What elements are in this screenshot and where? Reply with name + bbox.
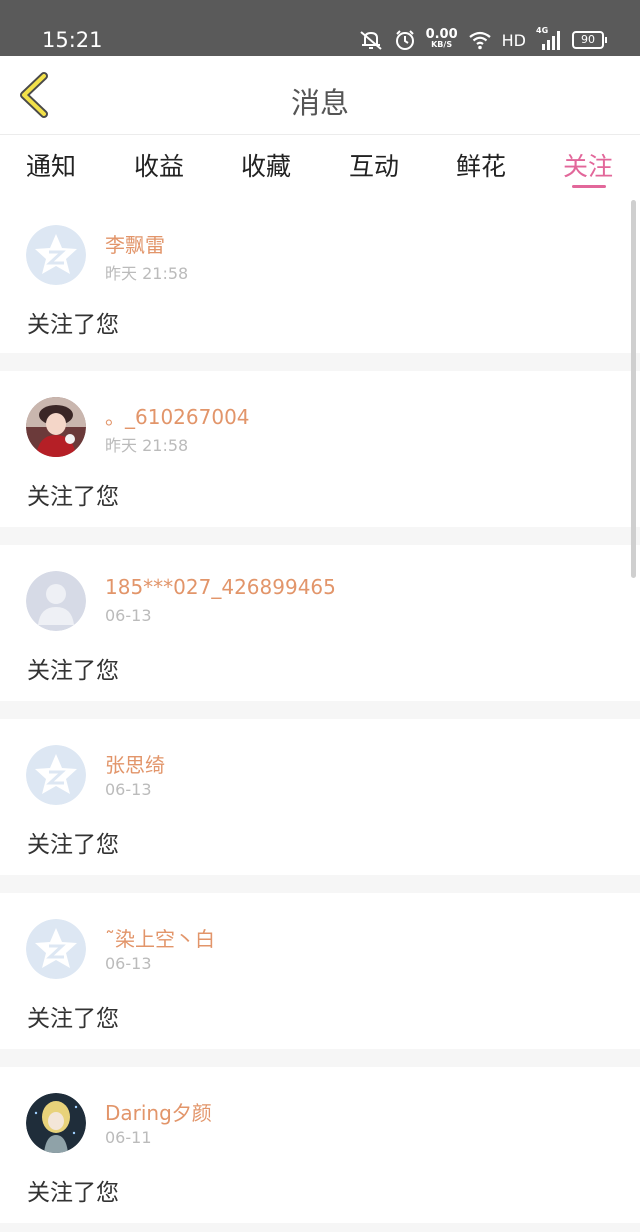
list-item[interactable]: Daring夕颜 06-11 关注了您 bbox=[0, 1067, 640, 1223]
active-tab-indicator bbox=[572, 185, 606, 188]
default-star-avatar-icon bbox=[26, 919, 86, 979]
user-name[interactable]: ˜染上空丶白 bbox=[105, 923, 215, 952]
avatar[interactable] bbox=[26, 1093, 86, 1153]
list-item[interactable]: 185***027_426899465 06-13 关注了您 bbox=[0, 545, 640, 701]
message-time: 昨天 21:58 bbox=[105, 436, 189, 455]
status-bar: 15:21 0.00 KB/S HD 4G 90 bbox=[0, 0, 640, 56]
header: 消息 bbox=[0, 56, 640, 135]
tab-flowers[interactable]: 鲜花 bbox=[456, 147, 506, 183]
user-name[interactable]: Daring夕颜 bbox=[105, 1097, 212, 1126]
list-item[interactable]: 。_610267004 昨天 21:58 关注了您 bbox=[0, 371, 640, 527]
photo-avatar-anime-girl-icon bbox=[26, 1093, 86, 1153]
list-item[interactable]: 张思绮 06-13 关注了您 bbox=[0, 719, 640, 875]
tab-bar: 通知 收益 收藏 互动 鲜花 关注 bbox=[0, 135, 640, 197]
message-time: 昨天 21:58 bbox=[105, 264, 189, 283]
message-text: 关注了您 bbox=[27, 1006, 119, 1032]
default-person-avatar-icon bbox=[26, 571, 86, 631]
net-speed-unit: KB/S bbox=[431, 40, 453, 49]
tab-interactions[interactable]: 互动 bbox=[349, 147, 399, 183]
message-time: 06-13 bbox=[105, 954, 152, 973]
hd-label: HD bbox=[501, 30, 526, 50]
alarm-icon bbox=[395, 30, 414, 50]
user-name[interactable]: 张思绮 bbox=[105, 749, 165, 778]
tab-earnings[interactable]: 收益 bbox=[134, 147, 184, 183]
message-text: 关注了您 bbox=[27, 484, 119, 510]
photo-avatar-girl-red-icon bbox=[26, 397, 86, 457]
list-item[interactable]: ˜染上空丶白 06-13 关注了您 bbox=[0, 893, 640, 1049]
user-name[interactable]: 李飘雷 bbox=[105, 229, 165, 258]
message-time: 06-13 bbox=[105, 780, 152, 799]
signal-icon: 4G bbox=[536, 26, 562, 52]
avatar[interactable] bbox=[26, 225, 86, 285]
battery-icon: 90 bbox=[572, 31, 607, 49]
message-text: 关注了您 bbox=[27, 832, 119, 858]
status-icons: 0.00 KB/S HD 4G 90 bbox=[358, 26, 607, 54]
default-star-avatar-icon bbox=[26, 745, 86, 805]
battery-level: 90 bbox=[581, 33, 595, 46]
tab-favorites[interactable]: 收藏 bbox=[241, 147, 291, 183]
avatar[interactable] bbox=[26, 397, 86, 457]
avatar[interactable] bbox=[26, 571, 86, 631]
scrollbar[interactable] bbox=[631, 200, 636, 578]
message-text: 关注了您 bbox=[27, 312, 119, 338]
user-name[interactable]: 185***027_426899465 bbox=[105, 575, 336, 599]
net-speed: 0.00 KB/S bbox=[425, 27, 458, 50]
net-speed-value: 0.00 bbox=[425, 27, 458, 42]
user-name[interactable]: 。_610267004 bbox=[105, 401, 250, 430]
message-text: 关注了您 bbox=[27, 1180, 119, 1206]
page-title: 消息 bbox=[290, 86, 349, 120]
message-time: 06-13 bbox=[105, 606, 152, 625]
mute-icon bbox=[359, 31, 382, 50]
message-time: 06-11 bbox=[105, 1128, 152, 1147]
tab-notifications[interactable]: 通知 bbox=[26, 147, 76, 183]
status-time: 15:21 bbox=[42, 28, 103, 52]
default-star-avatar-icon bbox=[26, 225, 86, 285]
message-text: 关注了您 bbox=[27, 658, 119, 684]
list-item[interactable]: 李飘雷 昨天 21:58 关注了您 bbox=[0, 199, 640, 353]
avatar[interactable] bbox=[26, 919, 86, 979]
wifi-icon bbox=[468, 31, 491, 50]
tab-follows[interactable]: 关注 bbox=[563, 147, 613, 183]
message-list[interactable]: 李飘雷 昨天 21:58 关注了您 。_610267004 昨天 21:58 关… bbox=[0, 199, 640, 1232]
avatar[interactable] bbox=[26, 745, 86, 805]
